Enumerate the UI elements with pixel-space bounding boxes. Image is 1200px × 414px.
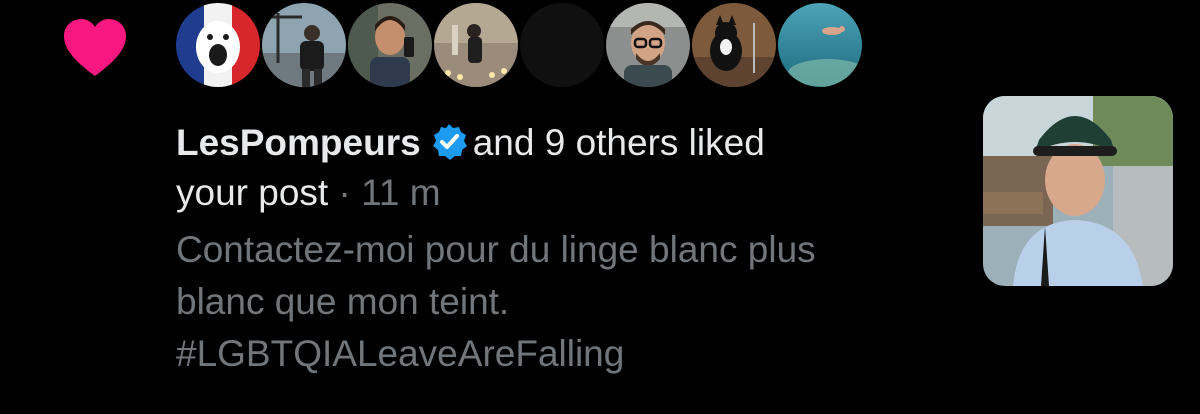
separator-dot: · [338, 172, 351, 213]
post-text-line: blanc que mon teint. [176, 281, 510, 322]
avatar-cat[interactable] [692, 3, 776, 87]
avatar-man-selfie[interactable] [348, 3, 432, 87]
summary-text-2: your post [176, 172, 329, 213]
post-preview[interactable]: Contactez-moi pour du linge blanc plus b… [176, 224, 956, 380]
verified-badge-icon [432, 124, 467, 160]
heart-icon [64, 19, 126, 76]
actor-username[interactable]: LesPompeurs [176, 122, 421, 163]
avatar-dark[interactable] [520, 3, 604, 87]
avatar-person-candles[interactable] [434, 3, 518, 87]
avatar-underwater[interactable] [778, 3, 862, 87]
post-thumbnail-selfie[interactable] [983, 96, 1173, 286]
summary-line: LesPompeurs and 9 others liked [176, 118, 956, 168]
post-hashtag: #LGBTQIALeaveAreFalling [176, 333, 625, 374]
summary-line-2: your post · 11 m [176, 168, 956, 218]
notification-text: LesPompeurs and 9 others liked your post… [176, 118, 956, 380]
like-notification[interactable]: LesPompeurs and 9 others liked your post… [0, 0, 1200, 414]
avatar-man-with-crane[interactable] [262, 3, 346, 87]
avatar-man-glasses[interactable] [606, 3, 690, 87]
summary-text: and 9 others liked [472, 122, 765, 163]
post-text-line: Contactez-moi pour du linge blanc plus [176, 229, 816, 270]
avatar-french-flag-mascot[interactable] [176, 3, 260, 87]
timestamp: 11 m [361, 172, 441, 213]
